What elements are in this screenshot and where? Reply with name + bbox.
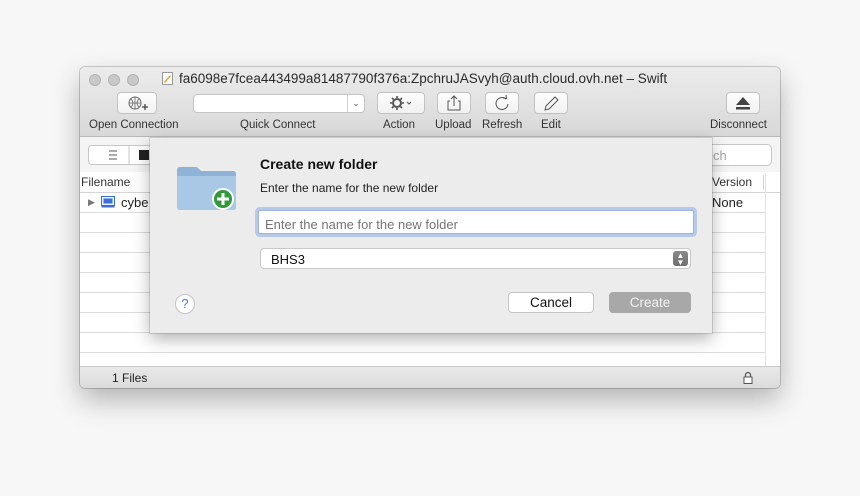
- refresh-icon: [495, 94, 509, 110]
- open-connection-button[interactable]: [117, 92, 157, 114]
- edit-button[interactable]: [534, 92, 568, 114]
- disconnect-button[interactable]: [726, 92, 760, 114]
- cancel-button[interactable]: Cancel: [508, 292, 594, 313]
- disclosure-triangle-icon[interactable]: ▶: [88, 197, 95, 208]
- edit-label: Edit: [541, 119, 561, 131]
- lock-icon: [743, 371, 753, 384]
- action-label: Action: [383, 119, 415, 131]
- action-button[interactable]: [377, 92, 425, 114]
- window-title: fa6098e7fcea443499a81487790f376a:ZpchruJ…: [179, 71, 668, 86]
- column-filename[interactable]: Filename: [81, 175, 130, 189]
- up-down-chevron-icon: ▲ ▼: [673, 251, 688, 267]
- table-row: [80, 333, 765, 353]
- quick-connect-label: Quick Connect: [240, 119, 316, 131]
- file-count: 1 Files: [112, 371, 148, 385]
- help-button[interactable]: ?: [175, 294, 195, 314]
- refresh-label: Refresh: [482, 119, 523, 131]
- zoom-window-button[interactable]: [127, 74, 139, 86]
- upload-button[interactable]: [437, 92, 471, 114]
- open-connection-label: Open Connection: [89, 119, 179, 131]
- file-name: cybe: [121, 195, 149, 210]
- view-toggle[interactable]: [88, 145, 152, 165]
- gear-icon: [390, 96, 412, 110]
- folder-name-input[interactable]: [258, 210, 694, 234]
- disconnect-label: Disconnect: [710, 119, 767, 131]
- new-folder-icon: [177, 167, 236, 210]
- upload-icon: [447, 95, 461, 111]
- region-select[interactable]: BHS3 ▲ ▼: [260, 248, 691, 269]
- column-divider: [763, 175, 764, 189]
- status-bar: 1 Files: [80, 366, 780, 388]
- container-icon: [101, 196, 115, 208]
- column-version[interactable]: Version: [712, 175, 752, 189]
- document-icon: [162, 72, 173, 85]
- create-folder-dialog: Create new folder Enter the name for the…: [150, 138, 712, 333]
- close-window-button[interactable]: [89, 74, 101, 86]
- region-value: BHS3: [271, 252, 305, 267]
- upload-label: Upload: [435, 119, 472, 131]
- vertical-scrollbar[interactable]: [765, 173, 780, 366]
- minimize-window-button[interactable]: [108, 74, 120, 86]
- titlebar: fa6098e7fcea443499a81487790f376a:ZpchruJ…: [80, 67, 780, 137]
- list-view-icon: [109, 146, 149, 164]
- pencil-icon: [544, 96, 559, 111]
- chevron-down-icon: ⌄: [347, 95, 364, 112]
- quick-connect-select[interactable]: ⌄: [193, 94, 365, 113]
- file-version: None: [712, 195, 744, 210]
- dialog-message: Enter the name for the new folder: [260, 181, 439, 195]
- globe-plus-icon: [128, 96, 148, 110]
- refresh-button[interactable]: [485, 92, 519, 114]
- dialog-title: Create new folder: [260, 156, 378, 172]
- create-button[interactable]: Create: [609, 292, 691, 313]
- eject-icon: [736, 97, 750, 110]
